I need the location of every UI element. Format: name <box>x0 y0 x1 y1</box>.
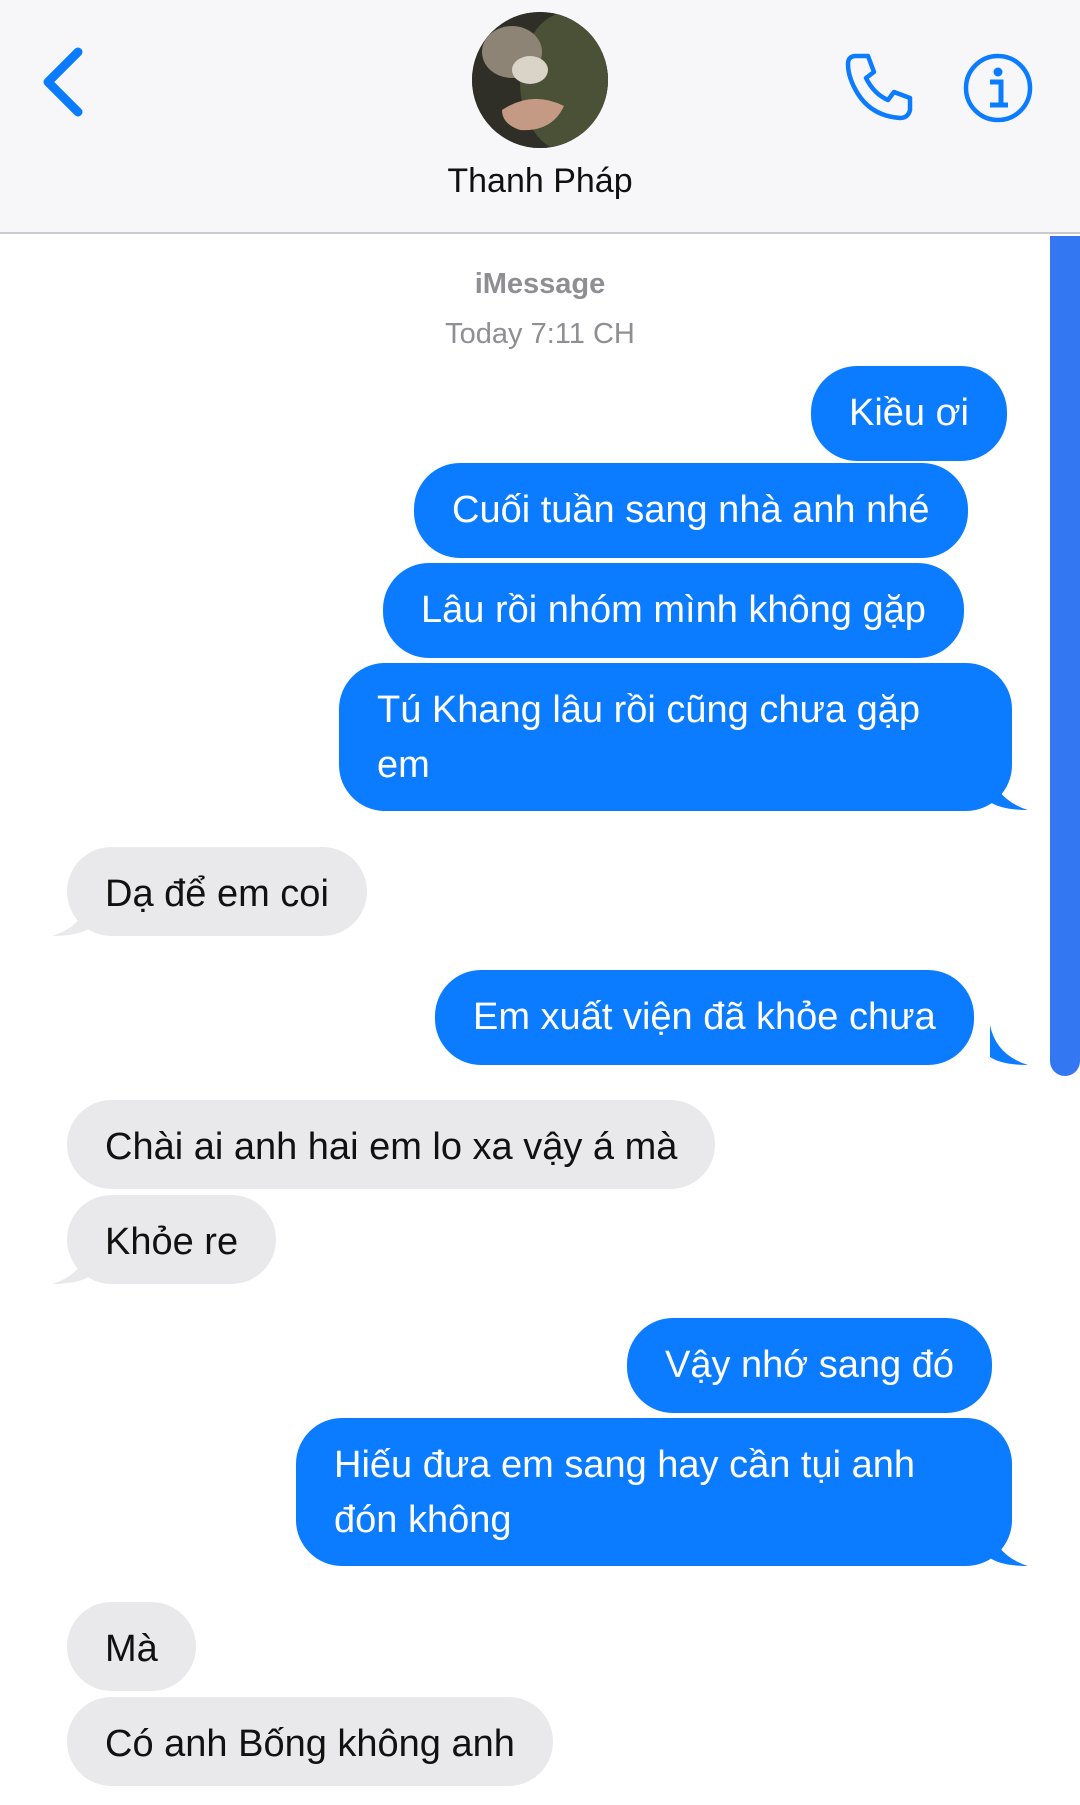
message-bubble-sent[interactable]: Cuối tuần sang nhà anh nhé <box>414 463 968 558</box>
avatar-photo <box>472 12 608 148</box>
message-bubble-received[interactable]: Dạ để em coi <box>67 847 367 936</box>
message-bubble-sent[interactable]: Hiếu đưa em sang hay cần tụi anh đón khô… <box>296 1418 1012 1566</box>
message-bubble-received[interactable]: Khỏe re <box>67 1195 277 1284</box>
bubble-tail <box>52 1244 90 1284</box>
phone-icon <box>845 53 913 121</box>
info-icon <box>963 53 1033 123</box>
message-bubble-received[interactable]: Có anh Bống không anh <box>67 1697 553 1786</box>
message-bubble-received[interactable]: Chài ai anh hai em lo xa vậy á mà <box>67 1100 716 1189</box>
bubble-tail <box>990 1526 1028 1566</box>
conversation-header: Thanh Pháp <box>0 0 1080 234</box>
bubble-tail <box>52 896 90 936</box>
message-bubble-sent[interactable]: Tú Khang lâu rồi cũng chưa gặp em <box>339 663 1012 811</box>
message-bubble-sent[interactable]: Kiều ơi <box>811 366 1007 461</box>
message-bubble-sent[interactable]: Vậy nhớ sang đó <box>627 1318 993 1413</box>
message-bubble-received[interactable]: Mà <box>67 1602 196 1691</box>
info-button[interactable] <box>962 52 1034 124</box>
message-bubble-sent[interactable]: Em xuất viện đã khỏe chưa <box>435 970 974 1065</box>
contact-avatar[interactable] <box>472 12 608 148</box>
chevron-left-icon <box>43 47 83 117</box>
back-button[interactable] <box>36 42 96 122</box>
service-label: iMessage <box>474 268 606 300</box>
call-button[interactable] <box>842 50 916 124</box>
message-timestamp: Today 7:11 CH <box>445 318 635 350</box>
bubble-tail <box>990 1025 1028 1065</box>
message-bubble-sent[interactable]: Lâu rồi nhóm mình không gặp <box>383 563 964 658</box>
bubble-tail <box>990 770 1028 810</box>
scrollbar[interactable] <box>1050 236 1080 1076</box>
contact-name[interactable]: Thanh Pháp <box>340 162 740 201</box>
